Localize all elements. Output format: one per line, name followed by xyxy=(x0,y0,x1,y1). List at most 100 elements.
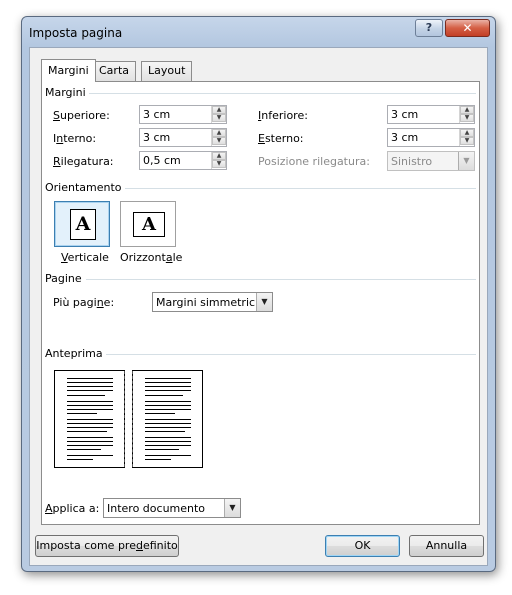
preview-text-line xyxy=(145,390,191,391)
preview-text-line xyxy=(145,405,191,406)
top-margin-arrows: ▲ ▼ xyxy=(211,106,226,123)
tab-carta[interactable]: Carta xyxy=(92,61,136,81)
landscape-glyph: A xyxy=(142,214,156,235)
preview-text-line xyxy=(67,445,113,446)
landscape-label-text: le xyxy=(172,251,183,264)
preview-text-line xyxy=(67,382,113,383)
preview-text-line xyxy=(67,386,113,387)
top-margin-spinner[interactable]: 3 cm ▲ ▼ xyxy=(139,105,227,124)
portrait-label-text: erticale xyxy=(67,251,109,264)
pages-section-label: Pagine xyxy=(45,272,85,285)
gutter-position-value: Sinistro xyxy=(391,155,433,168)
portrait-page-icon: A xyxy=(70,209,96,240)
preview-text-line xyxy=(145,386,191,387)
preview-text-line xyxy=(67,459,93,460)
gutter-position-select[interactable]: Sinistro ▼ xyxy=(387,151,475,171)
gutter-marker xyxy=(124,371,125,467)
preview-text-line xyxy=(145,437,191,438)
spin-up-icon[interactable]: ▲ xyxy=(212,129,226,137)
preview-text-line xyxy=(145,401,191,402)
inner-margin-label: Interno: xyxy=(53,132,97,145)
spin-down-icon[interactable]: ▼ xyxy=(460,114,474,122)
preview-text-line xyxy=(67,423,113,424)
top-margin-label: Superiore: xyxy=(53,109,110,122)
preview-text-line xyxy=(145,455,191,456)
tab-margini[interactable]: Margini xyxy=(41,59,96,82)
tab-layout[interactable]: Layout xyxy=(141,61,193,81)
outer-margin-arrows: ▲ ▼ xyxy=(459,129,474,146)
gutter-value[interactable]: 0,5 cm xyxy=(143,154,181,167)
gutter-arrows: ▲ ▼ xyxy=(211,152,226,169)
multiple-pages-label-text: e: xyxy=(103,296,115,309)
orientation-section-label: Orientamento xyxy=(45,181,125,194)
spin-down-icon[interactable]: ▼ xyxy=(212,160,226,168)
spin-up-icon[interactable]: ▲ xyxy=(212,106,226,114)
preview-text-line xyxy=(145,382,191,383)
preview-text-line xyxy=(145,423,191,424)
page-setup-dialog: Imposta pagina ? ✕ Margini Carta Layout … xyxy=(21,16,496,572)
dialog-title: Imposta pagina xyxy=(29,26,123,40)
set-default-button[interactable]: Imposta come predefinito xyxy=(35,535,179,557)
set-default-label-prefix: Imposta come pre xyxy=(36,539,136,552)
spin-down-icon[interactable]: ▼ xyxy=(212,137,226,145)
ok-button[interactable]: OK xyxy=(325,535,400,557)
bottom-margin-label: Inferiore: xyxy=(258,109,308,122)
inner-margin-value[interactable]: 3 cm xyxy=(143,131,170,144)
preview-text-line xyxy=(145,459,171,460)
preview-text-line xyxy=(145,445,191,446)
help-button[interactable]: ? xyxy=(415,19,443,37)
gutter-spinner[interactable]: 0,5 cm ▲ ▼ xyxy=(139,151,227,170)
spin-down-icon[interactable]: ▼ xyxy=(460,137,474,145)
outer-margin-label: Esterno: xyxy=(258,132,304,145)
preview-text-line xyxy=(145,441,191,442)
chevron-down-icon[interactable]: ▼ xyxy=(458,152,474,170)
preview-text-line xyxy=(67,413,97,414)
multiple-pages-label-prefix: Più pagi xyxy=(53,296,97,309)
preview-text-line xyxy=(67,390,113,391)
landscape-label-prefix: Orizzont xyxy=(120,251,166,264)
apply-to-label: Applica a: xyxy=(45,502,100,515)
section-divider xyxy=(82,93,476,94)
spin-up-icon[interactable]: ▲ xyxy=(460,129,474,137)
preview-text-line xyxy=(145,413,175,414)
bottom-margin-value[interactable]: 3 cm xyxy=(391,108,418,121)
preview-right-page xyxy=(132,370,203,468)
apply-to-select[interactable]: Intero documento ▼ xyxy=(103,498,241,518)
landscape-label: Orizzontale xyxy=(120,251,183,264)
gutter-label: Rilegatura: xyxy=(53,155,114,168)
spin-up-icon[interactable]: ▲ xyxy=(460,106,474,114)
portrait-button[interactable]: A xyxy=(54,201,110,247)
chevron-down-icon[interactable]: ▼ xyxy=(256,293,272,311)
close-button[interactable]: ✕ xyxy=(445,19,490,37)
top-margin-label-text: uperiore: xyxy=(59,109,110,122)
bottom-margin-arrows: ▲ ▼ xyxy=(459,106,474,123)
bottom-margin-spinner[interactable]: 3 cm ▲ ▼ xyxy=(387,105,475,124)
preview-text-line xyxy=(145,409,191,410)
spin-down-icon[interactable]: ▼ xyxy=(212,114,226,122)
preview-text-line xyxy=(67,419,113,420)
preview-text-line xyxy=(67,441,113,442)
top-margin-value[interactable]: 3 cm xyxy=(143,108,170,121)
chevron-down-icon[interactable]: ▼ xyxy=(224,499,240,517)
inner-margin-arrows: ▲ ▼ xyxy=(211,129,226,146)
spin-up-icon[interactable]: ▲ xyxy=(212,152,226,160)
landscape-page-icon: A xyxy=(133,212,165,237)
outer-margin-value[interactable]: 3 cm xyxy=(391,131,418,144)
section-divider xyxy=(122,188,476,189)
preview-section-label: Anteprima xyxy=(45,347,106,360)
preview-left-page xyxy=(54,370,125,468)
landscape-button[interactable]: A xyxy=(120,201,176,247)
cancel-button[interactable]: Annulla xyxy=(409,535,484,557)
portrait-label: Verticale xyxy=(61,251,109,264)
inner-margin-spinner[interactable]: 3 cm ▲ ▼ xyxy=(139,128,227,147)
preview-text-line xyxy=(67,395,105,396)
outer-margin-spinner[interactable]: 3 cm ▲ ▼ xyxy=(387,128,475,147)
preview-text-line xyxy=(145,378,191,379)
multiple-pages-select[interactable]: Margini simmetrici ▼ xyxy=(152,292,273,312)
tab-panel-margini: Margini Superiore: 3 cm ▲ ▼ Inferiore: 3… xyxy=(41,81,480,525)
gutter-position-label: Posizione rilegatura: xyxy=(258,155,370,168)
title-bar[interactable]: Imposta pagina ? ✕ xyxy=(22,17,495,47)
preview-text-line xyxy=(67,449,101,450)
outer-margin-label-text: sterno: xyxy=(264,132,304,145)
multiple-pages-value: Margini simmetrici xyxy=(156,296,259,309)
